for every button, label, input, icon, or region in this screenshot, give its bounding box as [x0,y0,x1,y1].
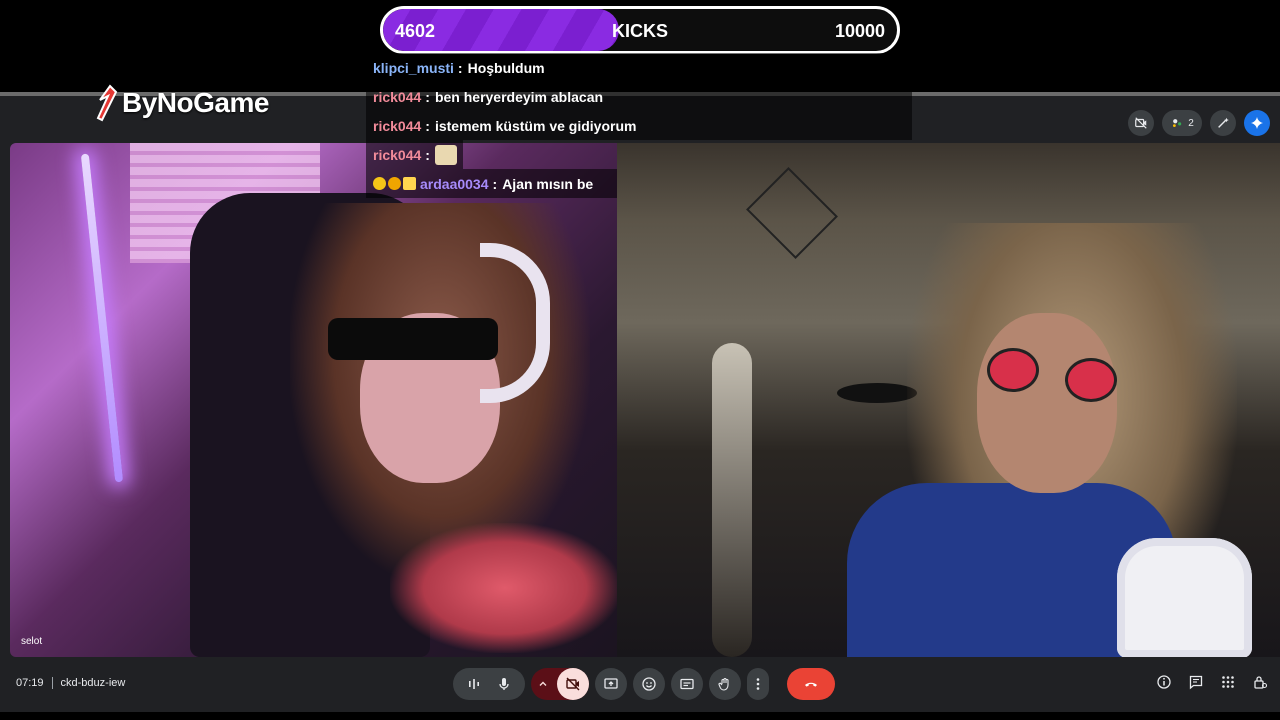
pen-nib-logo-icon [96,84,118,122]
host-controls-icon[interactable] [1252,674,1268,690]
kicks-goal: 10000 [834,21,885,41]
present-icon [604,678,618,689]
chat-text: istemem küstüm ve gidiyorum [434,117,637,134]
captions-button[interactable] [671,668,703,700]
bass-guitar [712,343,752,657]
gemini-button[interactable] [1244,110,1270,136]
participant-tile-left[interactable]: selot [10,143,617,657]
chat-text: Hoşbuldum [467,59,545,76]
chevron-up-icon[interactable] [537,678,549,690]
smiley-badge [373,177,386,190]
raise-hand-icon [718,677,729,691]
chat-text: Ajan mısın be [502,175,594,192]
more-vert-icon [756,678,760,690]
call-controls [453,668,835,700]
camera-control-group [531,668,589,700]
present-button[interactable] [595,668,627,700]
chat-username: rick044 [373,117,422,134]
bynogame-logo: ByNoGame [92,84,269,122]
camera-off-indicator[interactable] [1128,110,1154,136]
red-glasses-left-lens [987,348,1039,392]
gemini-icon [1250,116,1264,130]
kicks-current: 4602 [395,21,436,41]
chat-username: klipci_musti [373,59,454,76]
people-icon [1173,119,1182,128]
meeting-info: 07:19 ckd-bduz-iew [16,677,125,689]
end-call-button[interactable] [787,668,835,700]
camera-toggle-button[interactable] [557,668,589,700]
number-one-badge [388,177,401,190]
audio-level-icon[interactable] [466,676,482,692]
participant-tile-right[interactable] [617,143,1280,657]
participant-name: selot [21,636,43,647]
meeting-code[interactable]: ckd-bduz-iew [61,677,126,689]
mic-control-group [453,668,525,700]
camera-off-icon [566,677,580,691]
emoji-button[interactable] [633,668,665,700]
chat-colon: : [457,59,463,76]
chat-message: ardaa0034: Ajan mısın be [366,169,617,198]
emoji-icon [642,677,656,691]
chat-message: rick044: ben heryerdeyim ablacan [366,82,912,111]
kicks-label: KICKS [612,21,669,41]
people-count: 2 [1188,117,1194,129]
sparkle-pen-button[interactable] [1210,110,1236,136]
people-count-pill[interactable]: 2 [1162,110,1202,136]
activities-icon[interactable] [1220,674,1236,690]
logo-text: ByNoGame [122,87,269,118]
end-call-icon [805,682,817,687]
divider [51,677,53,689]
mic-icon[interactable] [496,676,512,692]
mascot-figure [1117,538,1252,657]
chat-text: ben heryerdeyim ablacan [434,88,604,105]
sunglasses [328,318,498,360]
chat-username: rick044 [373,146,422,163]
participant-face [977,313,1117,493]
chat-message: rick044: [366,140,463,169]
chat-colon: : [425,117,430,134]
more-options-button[interactable] [747,668,769,700]
participant-hand [390,523,617,653]
neon-light [80,153,124,483]
bottom-bar: 07:19 ckd-bduz-iew [0,660,1280,708]
chat-icon[interactable] [1188,674,1204,690]
drum-pad [837,383,917,403]
top-icons: 2 [1128,110,1270,136]
chat-username: ardaa0034 [420,175,489,192]
raise-hand-button[interactable] [709,668,741,700]
crown-badge [403,177,416,190]
camera-off-icon [1135,117,1147,129]
sparkle-pen-icon [1218,117,1229,128]
right-controls [1156,674,1268,690]
sticker-emote [434,144,457,165]
chat-username: rick044 [373,88,422,105]
chat-colon: : [425,146,430,163]
chat-colon: : [492,175,498,192]
meeting-time: 07:19 [16,677,44,689]
chat-message: klipci_musti: Hoşbuldum [366,53,912,82]
red-glasses-right-lens [1065,358,1117,402]
kicks-goal-bar: 4602 KICKS 10000 [380,6,900,54]
chat-message: rick044: istemem küstüm ve gidiyorum [366,111,912,140]
chat-overlay: klipci_musti: Hoşbuldum rick044: ben her… [366,53,912,198]
info-icon[interactable] [1156,674,1172,690]
chat-colon: : [425,88,430,105]
captions-icon [680,678,694,690]
